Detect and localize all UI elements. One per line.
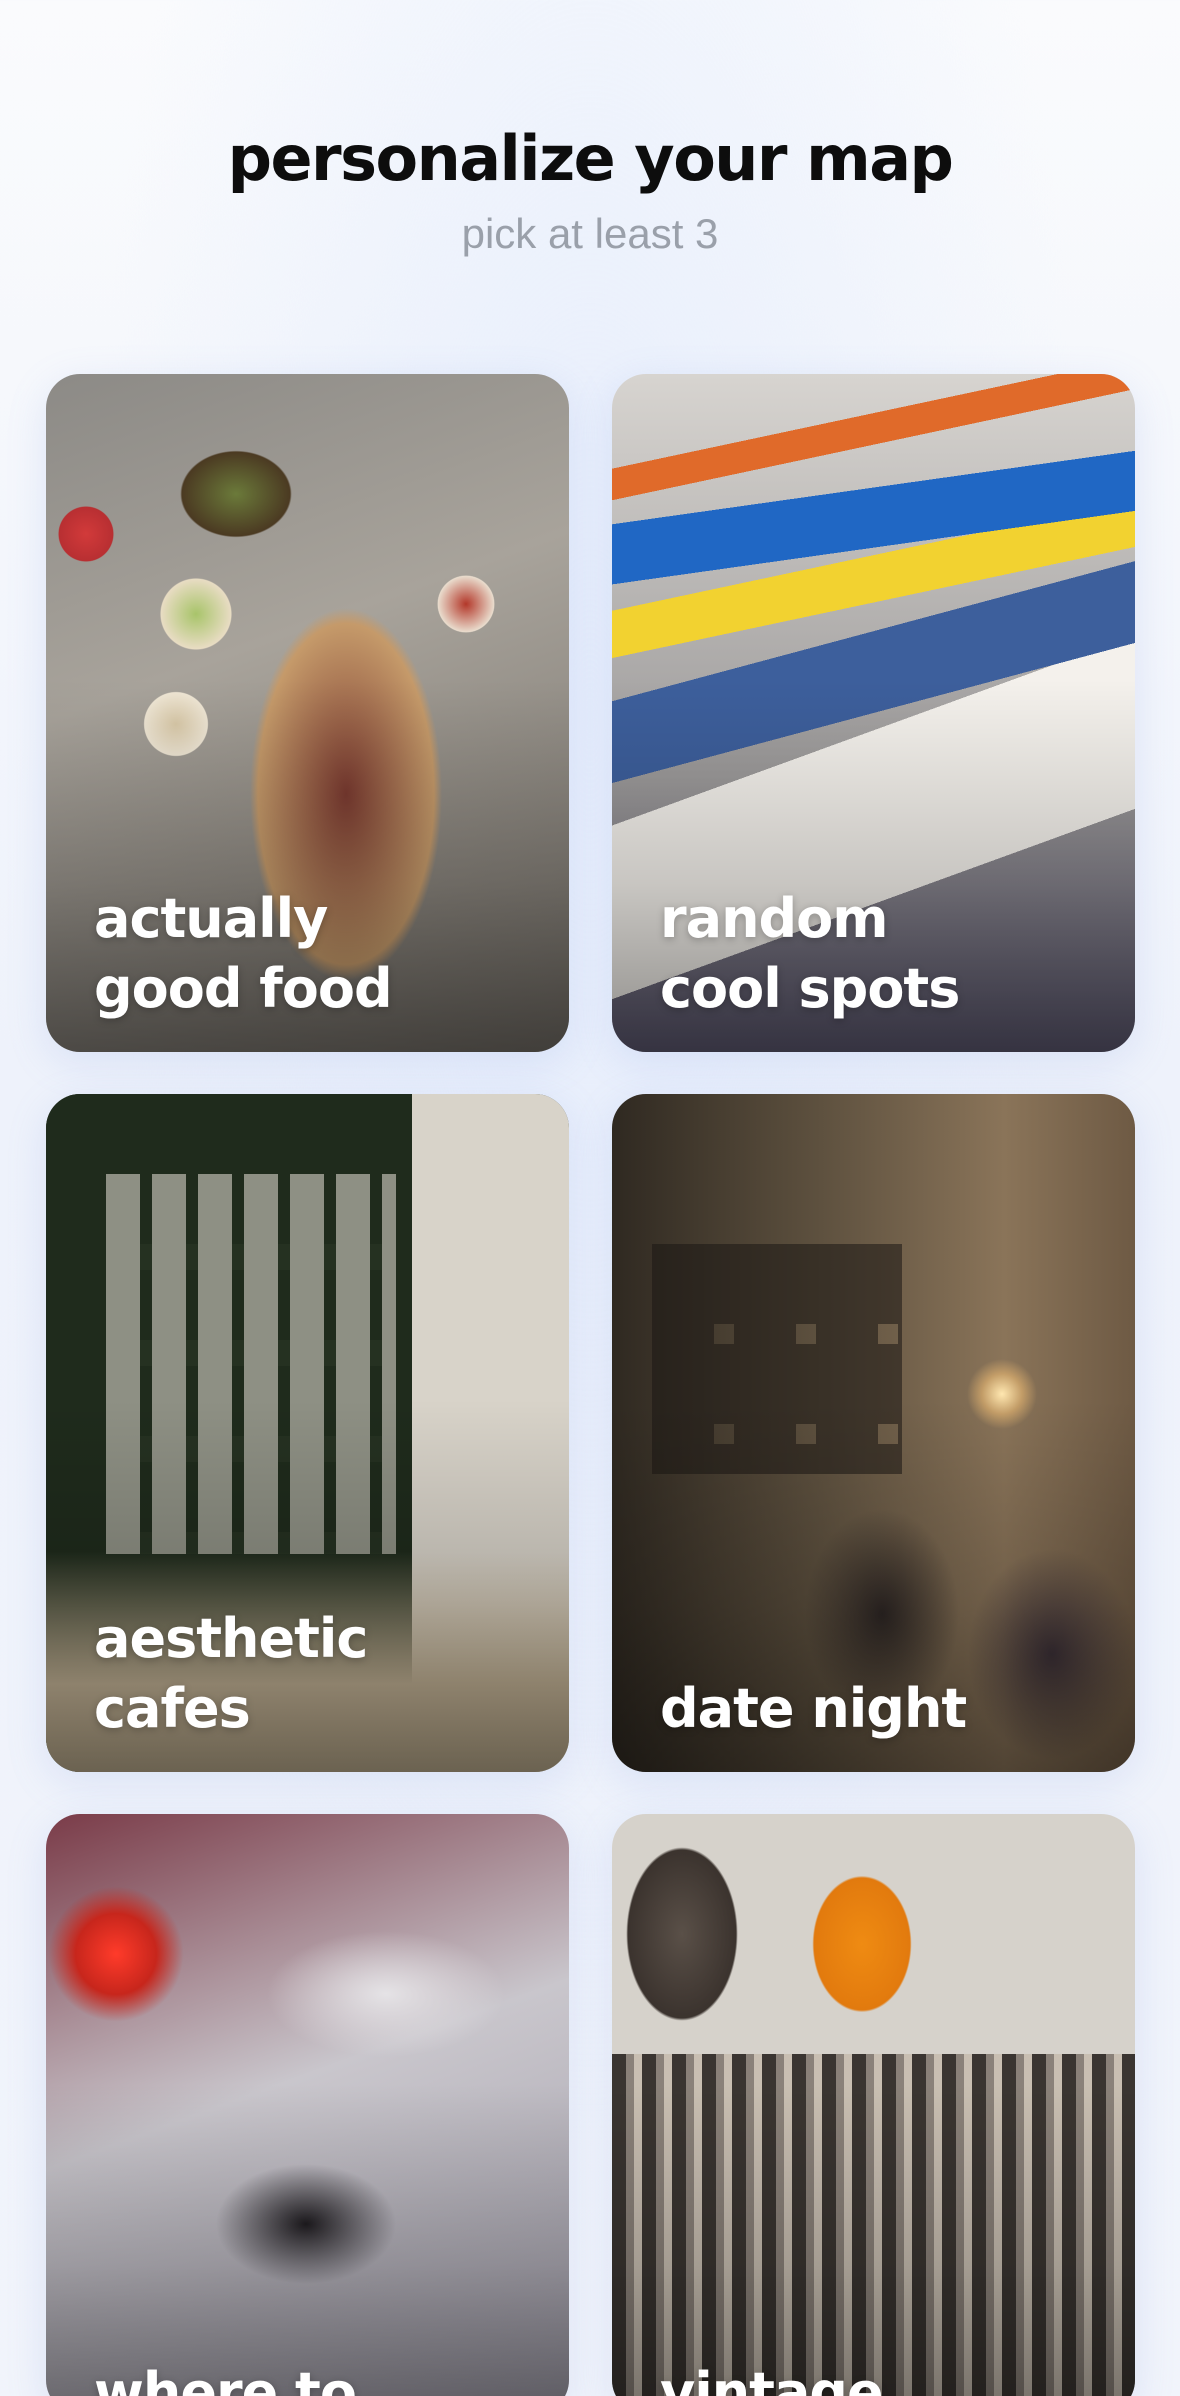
category-label: vintage xyxy=(660,2361,884,2396)
category-label: where to xyxy=(94,2361,357,2396)
category-label: random cool spots xyxy=(660,887,960,1020)
category-label: date night xyxy=(660,1677,967,1740)
category-label: aesthetic cafes xyxy=(94,1607,368,1740)
category-card-aesthetic-cafes[interactable]: aesthetic cafes xyxy=(46,1094,569,1772)
category-card-where-to[interactable]: where to xyxy=(46,1814,569,2396)
category-card-good-food[interactable]: actually good food xyxy=(46,374,569,1052)
category-card-cool-spots[interactable]: random cool spots xyxy=(612,374,1135,1052)
category-label: actually good food xyxy=(94,887,393,1020)
category-card-vintage[interactable]: vintage xyxy=(612,1814,1135,2396)
category-card-date-night[interactable]: date night xyxy=(612,1094,1135,1772)
category-grid: actually good food random cool spots aes… xyxy=(0,0,1180,2396)
